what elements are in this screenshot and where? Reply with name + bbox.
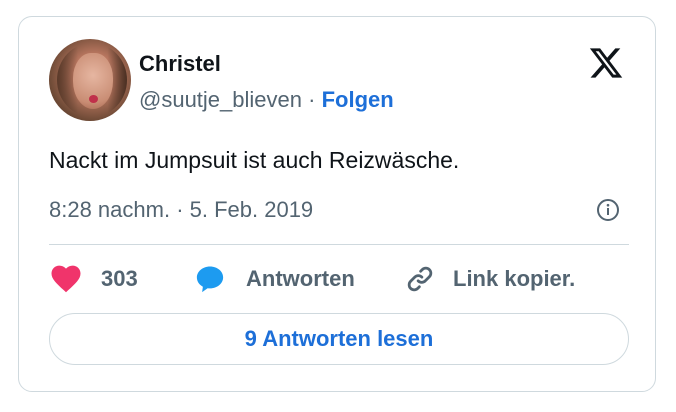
speech-bubble-icon	[196, 266, 224, 293]
author-handle-line: @suutje_blieven · Folgen	[139, 87, 394, 113]
like-button[interactable]: 303	[51, 264, 138, 294]
x-logo-icon[interactable]	[587, 45, 625, 81]
like-count: 303	[101, 266, 138, 291]
tweet-text: Nackt im Jumpsuit ist auch Reizwäsche.	[49, 147, 460, 173]
avatar[interactable]	[49, 39, 131, 121]
tweet-timestamp[interactable]: 8:28 nachm. · 5. Feb. 2019	[49, 197, 313, 223]
divider	[49, 244, 629, 245]
handle-separator: ·	[308, 87, 316, 112]
info-icon[interactable]	[596, 198, 620, 222]
reply-label: Antworten	[246, 266, 355, 291]
avatar-mouth	[89, 95, 98, 103]
copy-link-button[interactable]: Link kopier.	[405, 264, 575, 294]
author-handle[interactable]: @suutje_blieven	[139, 87, 302, 112]
follow-button[interactable]: Folgen	[322, 87, 394, 112]
copy-link-label: Link kopier.	[453, 266, 576, 291]
link-icon	[407, 266, 433, 292]
tweet-card: Christel @suutje_blieven · Folgen Nackt …	[18, 16, 656, 392]
author-name[interactable]: Christel	[139, 51, 221, 77]
heart-icon	[51, 265, 81, 293]
reply-button[interactable]: Antworten	[194, 264, 355, 294]
read-replies-button[interactable]: 9 Antworten lesen	[49, 313, 629, 365]
